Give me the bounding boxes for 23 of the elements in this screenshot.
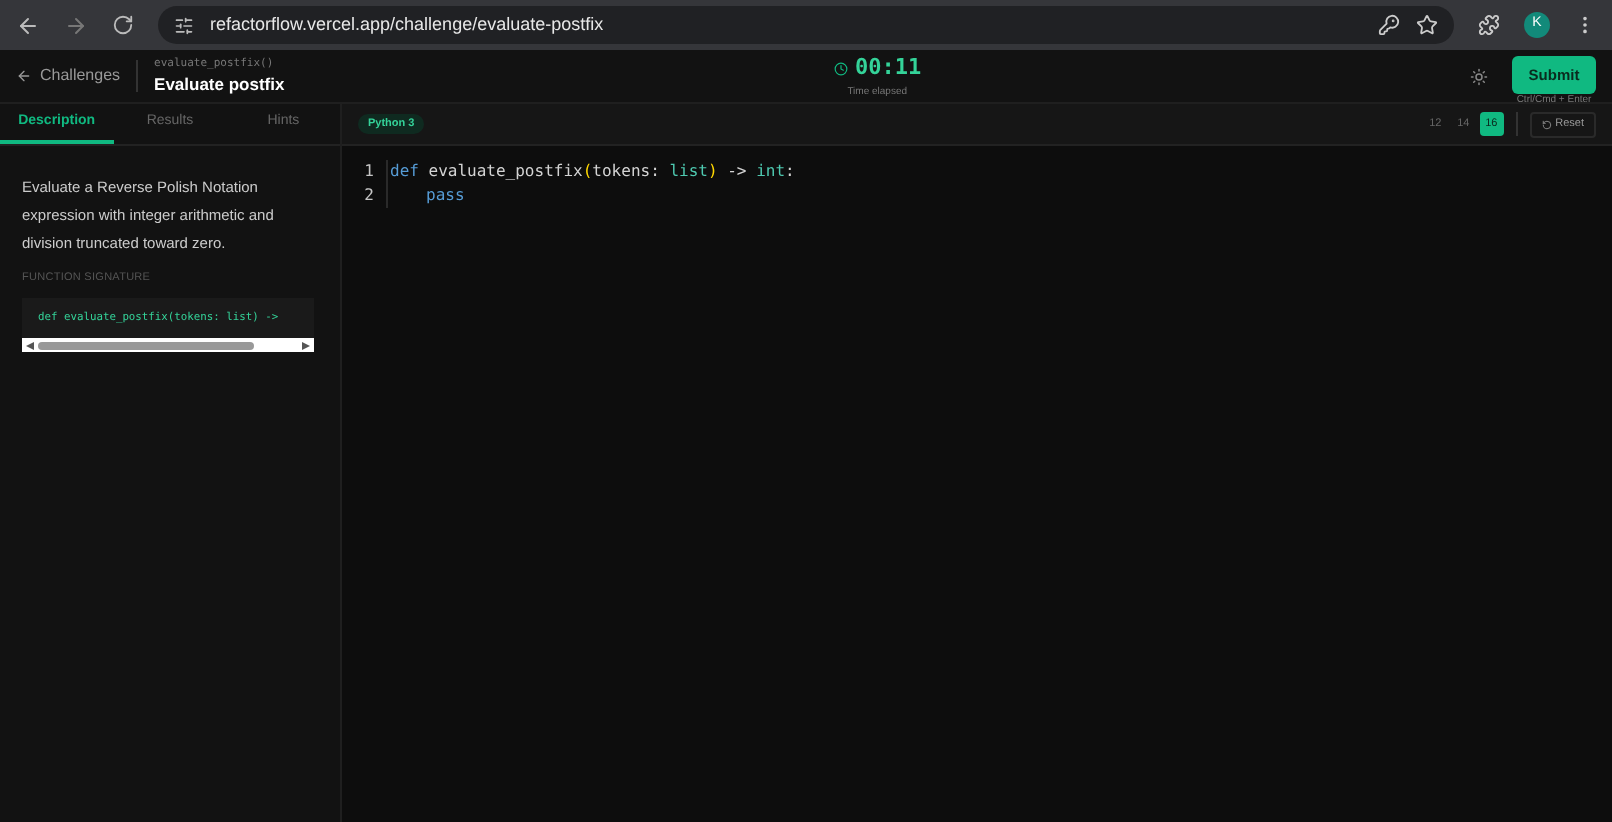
reset-icon	[1541, 119, 1552, 129]
horizontal-scrollbar[interactable]	[22, 338, 314, 353]
timer-value: 00:11	[855, 52, 922, 84]
theme-toggle-icon[interactable]	[1470, 67, 1488, 85]
back-arrow-icon	[16, 68, 32, 84]
scroll-left-icon[interactable]	[26, 341, 34, 350]
address-bar[interactable]: refactorflow.vercel.app/challenge/evaluate-postfix	[158, 6, 1454, 44]
bookmark-star-icon[interactable]	[1416, 14, 1438, 36]
code-line: pass	[424, 184, 465, 208]
challenge-title: Evaluate postfix	[154, 71, 285, 97]
key-icon[interactable]	[1378, 14, 1400, 36]
site-settings-icon[interactable]	[174, 15, 194, 35]
scroll-right-icon[interactable]	[302, 341, 310, 350]
clock-icon	[833, 61, 848, 76]
extensions-icon[interactable]	[1478, 14, 1500, 36]
line-number: 2	[362, 184, 376, 208]
back-link[interactable]: Challenges	[16, 64, 121, 88]
url-text: refactorflow.vercel.app/challenge/evaluate-postfix	[210, 11, 604, 38]
reload-icon[interactable]	[112, 14, 134, 36]
back-icon[interactable]	[16, 13, 40, 37]
line-number: 1	[362, 160, 376, 184]
code-line: def evaluate_postfix(tokens: list) -> int:	[390, 160, 795, 184]
forward-icon[interactable]	[64, 13, 88, 37]
